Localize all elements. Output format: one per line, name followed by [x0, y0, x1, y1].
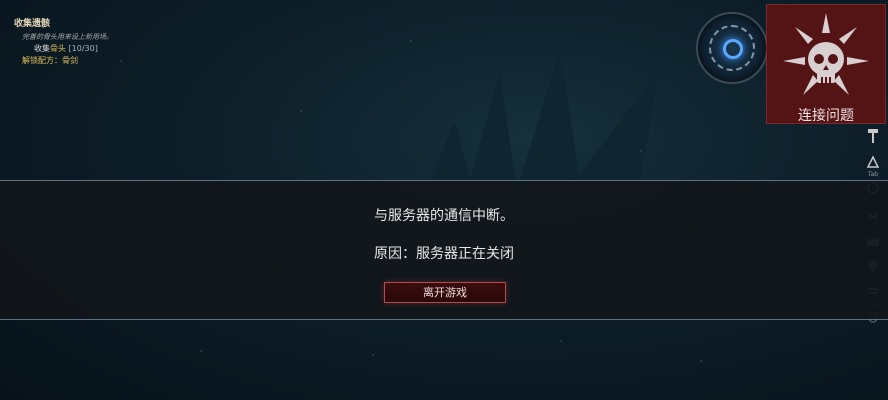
disconnect-reason: 原因：服务器正在关闭: [374, 246, 514, 262]
minimap-compass[interactable]: [696, 12, 768, 84]
connection-issue-label: 连接问题: [798, 108, 854, 124]
map-icon: [866, 155, 880, 168]
quest-progress-item: 骨头: [50, 43, 66, 53]
quest-unlock-recipe: 解锁配方：骨剑: [22, 56, 78, 66]
build-hotkey[interactable]: [862, 126, 884, 146]
map-hotkey[interactable]: Tab: [862, 152, 884, 178]
quest-title: 收集遗骸: [14, 19, 51, 29]
leave-game-button[interactable]: 离开游戏: [384, 282, 506, 303]
skull-icon: [783, 13, 869, 95]
quest-description: 完善的骨头用来设上新用场。: [22, 32, 113, 41]
compass-center-icon: [723, 39, 743, 59]
connection-issue-panel: 连接问题: [766, 4, 886, 124]
quest-progress-prefix: 收集: [34, 43, 50, 53]
disconnect-message: 与服务器的通信中断。: [374, 208, 514, 224]
quest-progress-count: [10/30]: [68, 43, 98, 53]
hammer-icon: [868, 129, 878, 143]
disconnect-dialog: 与服务器的通信中断。 原因：服务器正在关闭 离开游戏: [0, 180, 888, 320]
quest-tracker: 收集遗骸 完善的骨头用来设上新用场。 收集骨头 [10/30] 解锁配方：骨剑: [14, 18, 113, 68]
map-hotkey-key: Tab: [867, 171, 879, 178]
quest-progress: 收集骨头 [10/30]: [14, 43, 113, 55]
